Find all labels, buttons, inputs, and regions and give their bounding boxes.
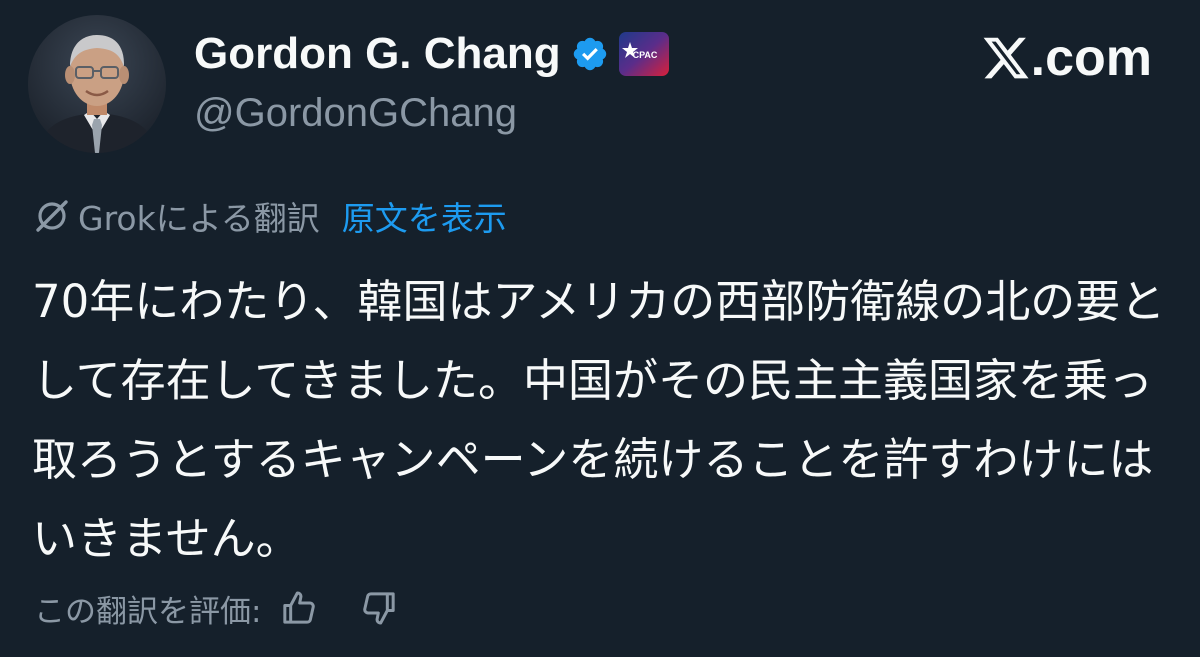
verified-checkmark-icon[interactable]	[571, 35, 609, 73]
cpac-badge-icon[interactable]: CPAC	[618, 32, 669, 76]
rate-translation-label: この翻訳を評価:	[34, 593, 262, 630]
avatar-photo	[28, 15, 166, 153]
cpac-badge-text: CPAC	[632, 50, 657, 60]
tweet-text: 70年にわたり、韓国はアメリカの西部防衛線の北の要として存在してきました。中国が…	[32, 275, 1166, 565]
avatar[interactable]	[28, 15, 166, 153]
author-handle[interactable]: @GordonGChang	[194, 88, 517, 138]
translation-bar: Grokによる翻訳 原文を表示	[34, 192, 507, 240]
site-watermark: .com	[981, 30, 1152, 86]
thumbs-up-icon[interactable]	[277, 586, 321, 630]
site-domain-text: .com	[1030, 29, 1152, 87]
author-display-name[interactable]: Gordon G. Chang	[194, 28, 561, 80]
author-name-row[interactable]: Gordon G. Chang CPAC	[194, 28, 669, 80]
rate-translation-bar: この翻訳を評価:	[34, 584, 401, 632]
thumbs-down-icon[interactable]	[357, 586, 401, 630]
translated-by-label: Grokによる翻訳	[78, 199, 320, 238]
x-logo-icon	[981, 33, 1031, 83]
grok-icon	[34, 198, 70, 234]
show-original-link[interactable]: 原文を表示	[342, 192, 507, 240]
